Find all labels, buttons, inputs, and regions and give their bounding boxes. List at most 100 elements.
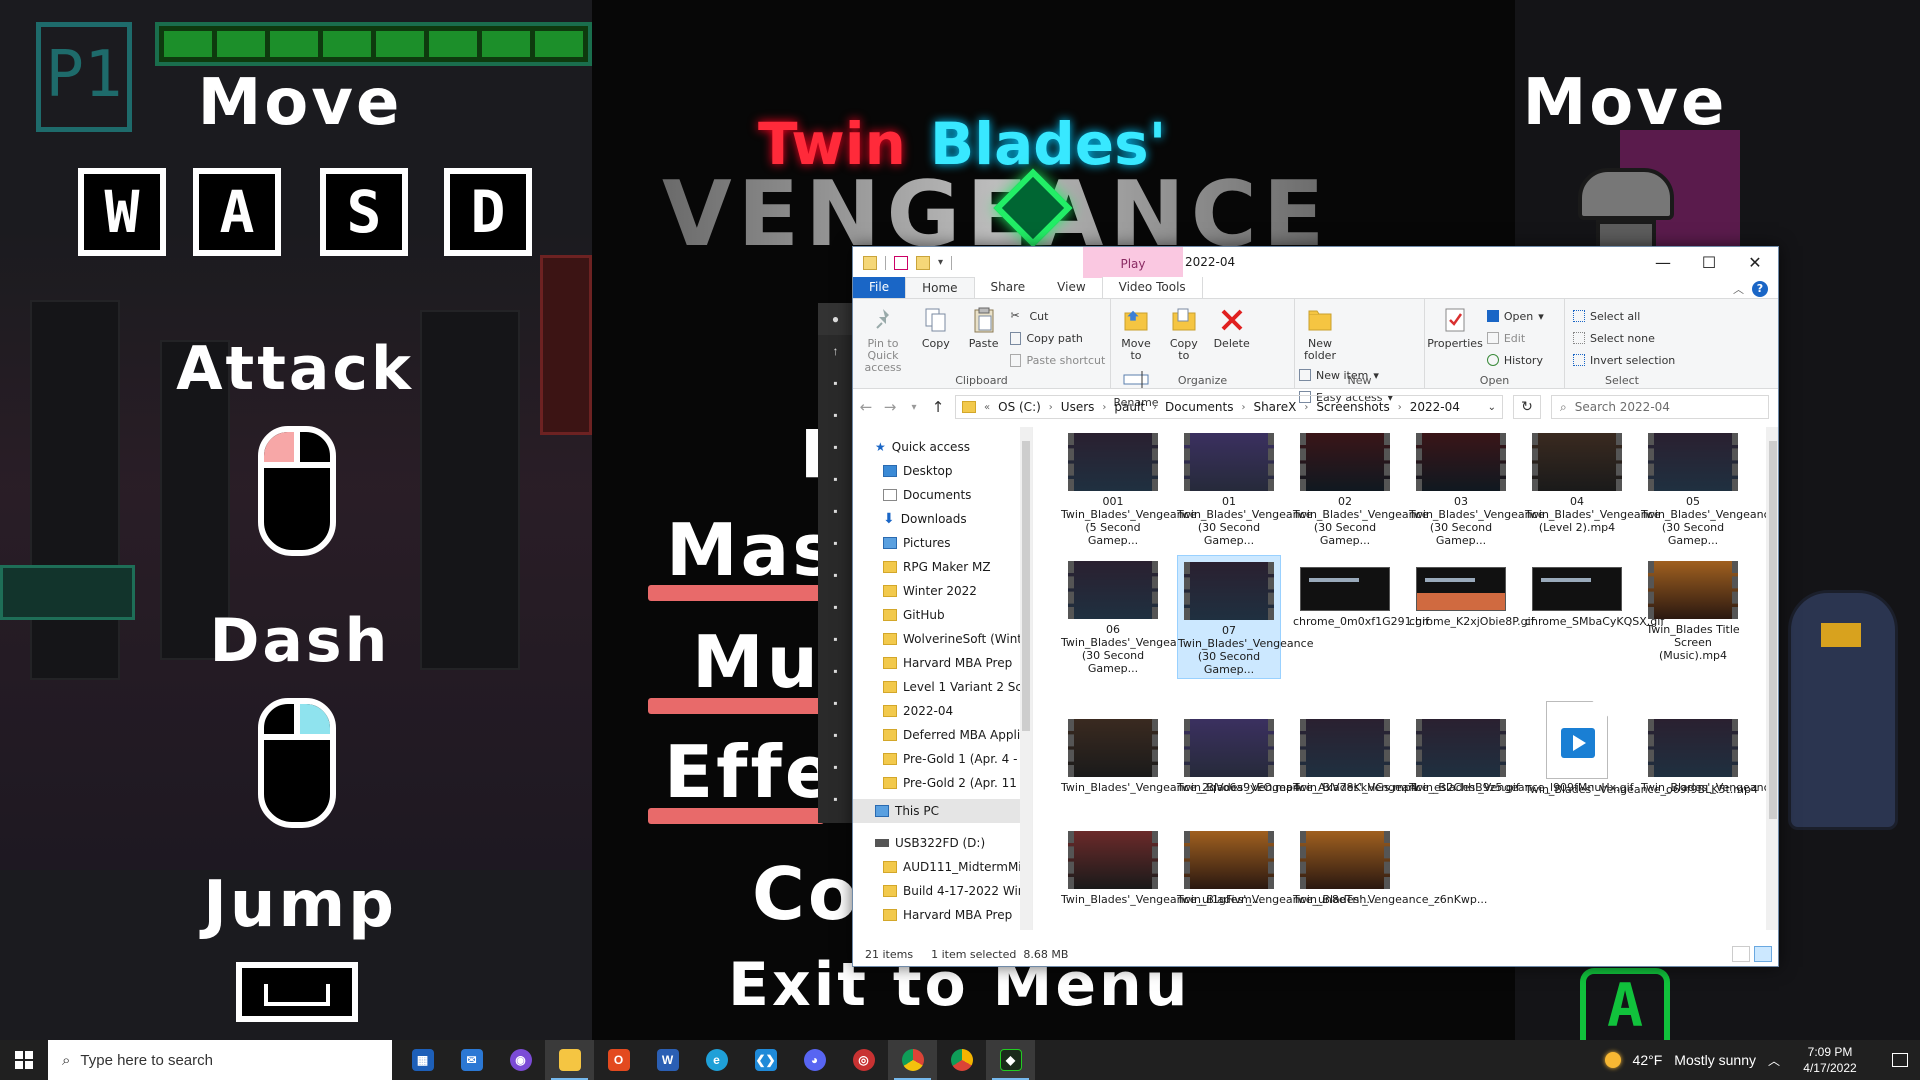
nav-item-desktop[interactable]: Desktop⚲ (853, 459, 1032, 483)
menu-item-controls[interactable]: Co (752, 852, 860, 936)
open-button[interactable]: Open ▾ (1486, 305, 1544, 327)
taskbar-chrome-canary-app[interactable] (937, 1040, 986, 1080)
select-none-button[interactable]: Select none (1573, 327, 1675, 349)
music-volume-slider[interactable] (648, 698, 824, 714)
refresh-button[interactable]: ↻ (1513, 395, 1541, 419)
menu-item-effects-volume[interactable]: Effe (664, 730, 837, 814)
delete-button[interactable]: Delete (1211, 303, 1253, 350)
customize-toolbar-icon[interactable]: ▾ (938, 257, 943, 268)
nav-item-folder[interactable]: Harvard MBA Prep⚲ (853, 651, 1032, 675)
nav-scrollbar[interactable] (1020, 427, 1032, 930)
taskbar-file-explorer-app[interactable] (545, 1040, 594, 1080)
copy-path-button[interactable]: Copy path (1010, 327, 1105, 349)
effects-volume-slider[interactable] (648, 808, 824, 824)
taskbar-mail-app[interactable]: ✉ (447, 1040, 496, 1080)
history-button[interactable]: History (1486, 349, 1544, 371)
breadcrumb-item[interactable]: Users (1061, 400, 1095, 414)
nav-item-folder[interactable]: RPG Maker MZ⚲ (853, 555, 1032, 579)
cut-button[interactable]: ✂ Cut (1010, 305, 1105, 327)
file-item[interactable]: Twin_Blades'_Vengeance_z6nKwp... (1293, 825, 1487, 930)
taskbar-media-app[interactable]: ◎ (839, 1040, 888, 1080)
file-item[interactable]: 06 Twin_Blades'_Vengeance (30 Second Gam… (1061, 555, 1196, 679)
new-folder-icon[interactable] (916, 255, 930, 270)
file-item[interactable]: 04 Twin_Blades'_Vengeance (Level 2).mp4 (1525, 427, 1660, 551)
tab-view[interactable]: View (1041, 277, 1101, 298)
paste-button[interactable]: Paste (963, 303, 1005, 350)
invert-selection-button[interactable]: Invert selection (1573, 349, 1675, 371)
close-button[interactable]: ✕ (1732, 247, 1778, 278)
address-dropdown-icon[interactable]: ⌄ (1488, 402, 1496, 413)
select-all-button[interactable]: Select all (1573, 305, 1675, 327)
maximize-button[interactable]: ☐ (1686, 247, 1732, 278)
file-item[interactable]: Twin_Blades'_Vengeance_ttMM5AyZB1.gif (1641, 713, 1778, 837)
search-box[interactable]: ⌕ Search 2022-04 (1551, 395, 1769, 419)
edit-button[interactable]: Edit (1486, 327, 1544, 349)
clock[interactable]: 7:09 PM 4/17/2022 (1792, 1044, 1868, 1076)
file-item[interactable]: chrome_K2xjObie8P.gif (1409, 555, 1535, 679)
details-view-button[interactable] (1732, 946, 1750, 962)
breadcrumb-item[interactable]: Screenshots (1316, 400, 1389, 414)
menu-item-master-volume[interactable]: Mas (666, 508, 838, 592)
breadcrumb-item[interactable]: 2022-04 (1410, 400, 1460, 414)
file-item-selected[interactable]: 07 Twin_Blades'_Vengeance (30 Second Gam… (1177, 555, 1313, 679)
collapse-ribbon-icon[interactable]: ︿ (1733, 281, 1744, 297)
file-item[interactable]: 02 Twin_Blades'_Vengeance (30 Second Gam… (1293, 427, 1428, 551)
nav-item-downloads[interactable]: ⬇Downloads⚲ (853, 507, 1032, 531)
taskbar-vscode-app[interactable]: ❮❯ (741, 1040, 790, 1080)
paste-shortcut-button[interactable]: Paste shortcut (1010, 349, 1105, 371)
taskbar-game-app[interactable]: ◆ (986, 1040, 1035, 1080)
tab-home[interactable]: Home (905, 277, 975, 298)
tab-file[interactable]: File (853, 277, 906, 298)
nav-item-folder[interactable]: Winter 2022⚲ (853, 579, 1032, 603)
large-icons-view-button[interactable] (1754, 946, 1772, 962)
breadcrumb-item[interactable]: Documents (1165, 400, 1233, 414)
file-item[interactable]: 05 Twin_Blades'_Vengeance (30 Second Gam… (1641, 427, 1776, 551)
nav-item-folder[interactable]: Level 1 Variant 2 Scer⚲ (853, 675, 1032, 699)
nav-item-documents[interactable]: Documents⚲ (853, 483, 1032, 507)
nav-item-folder[interactable]: Build 4-17-2022 Windo (853, 879, 1032, 903)
nav-item-folder[interactable]: WolverineSoft (Winte⚲ (853, 627, 1032, 651)
nav-usb-drive[interactable]: USB322FD (D:) (853, 831, 1032, 855)
recent-locations-icon[interactable]: ▾ (907, 402, 921, 413)
taskbar-github-app[interactable]: ◉ (496, 1040, 545, 1080)
show-hidden-icons-icon[interactable]: ︿ (1768, 1052, 1780, 1069)
weather-temperature[interactable]: 42°F (1633, 1052, 1663, 1068)
taskbar-store-app[interactable]: ▦ (398, 1040, 447, 1080)
taskbar-edge-app[interactable]: e (692, 1040, 741, 1080)
help-icon[interactable]: ? (1752, 281, 1768, 297)
copy-to-button[interactable]: Copy to (1163, 303, 1205, 362)
file-item[interactable]: Twin_Blades'_Vengeance_un8eTnh... (1177, 825, 1377, 930)
up-arrow-icon[interactable]: ↑ (931, 398, 945, 416)
nav-item-folder[interactable]: GitHub⚲ (853, 603, 1032, 627)
move-to-button[interactable]: Move to (1115, 303, 1157, 362)
properties-button[interactable]: Properties (1427, 303, 1483, 350)
notification-center-button[interactable] (1880, 1053, 1920, 1067)
file-item[interactable]: 001 Twin_Blades'_Vengeance (5 Second Gam… (1061, 427, 1196, 551)
address-bar[interactable]: « OS (C:) › Users › pault › Documents › Shar… (955, 395, 1503, 419)
file-item[interactable]: 01 Twin_Blades'_Vengeance (30 Second Gam… (1177, 427, 1312, 551)
nav-item-folder[interactable]: Deferred MBA Applicati (853, 723, 1032, 747)
file-item[interactable]: 03 Twin_Blades'_Vengeance (30 Second Gam… (1409, 427, 1544, 551)
file-item[interactable]: chrome_SMbaCyKQSX.gif (1525, 555, 1664, 679)
pin-to-quick-access-button[interactable]: Pin to Quick access (857, 303, 909, 374)
nav-item-folder[interactable]: Pre-Gold 2 (Apr. 11 - 19, (853, 771, 1032, 795)
tab-share[interactable]: Share (975, 277, 1042, 298)
file-item[interactable]: Twin_Blades'_Vengeance_2qVo6a9yEO.mp4 (1061, 713, 1300, 837)
new-folder-button[interactable]: New folder (1299, 303, 1341, 362)
file-item[interactable]: Twin_Blades Title Screen (Music).mp4 (1641, 555, 1745, 679)
back-arrow-icon[interactable]: ← (859, 398, 873, 416)
play-contextual-tab[interactable]: Play (1083, 247, 1183, 278)
forward-arrow-icon[interactable]: → (883, 398, 897, 416)
file-item[interactable]: Twin_Blades'_Vengeance_o69f9BLK5t.mp4 (1525, 695, 1758, 837)
nav-item-folder[interactable]: AUD111_MidtermMix_Y (853, 855, 1032, 879)
nav-this-pc[interactable]: This PC (853, 799, 1032, 823)
taskbar-chrome-app[interactable] (888, 1040, 937, 1080)
tab-video-tools[interactable]: Video Tools (1101, 277, 1203, 298)
weather-condition[interactable]: Mostly sunny (1674, 1052, 1756, 1068)
breadcrumb-item[interactable]: ShareX (1253, 400, 1296, 414)
nav-item-folder[interactable]: Harvard MBA Prep (853, 903, 1032, 927)
file-item[interactable]: Twin_Blades'_Vengeance_AxV78KkHGs.mp4 (1177, 713, 1418, 837)
taskbar-discord-app[interactable]: ◕ (790, 1040, 839, 1080)
start-button[interactable] (0, 1040, 48, 1080)
taskbar-word-app[interactable]: W (643, 1040, 692, 1080)
